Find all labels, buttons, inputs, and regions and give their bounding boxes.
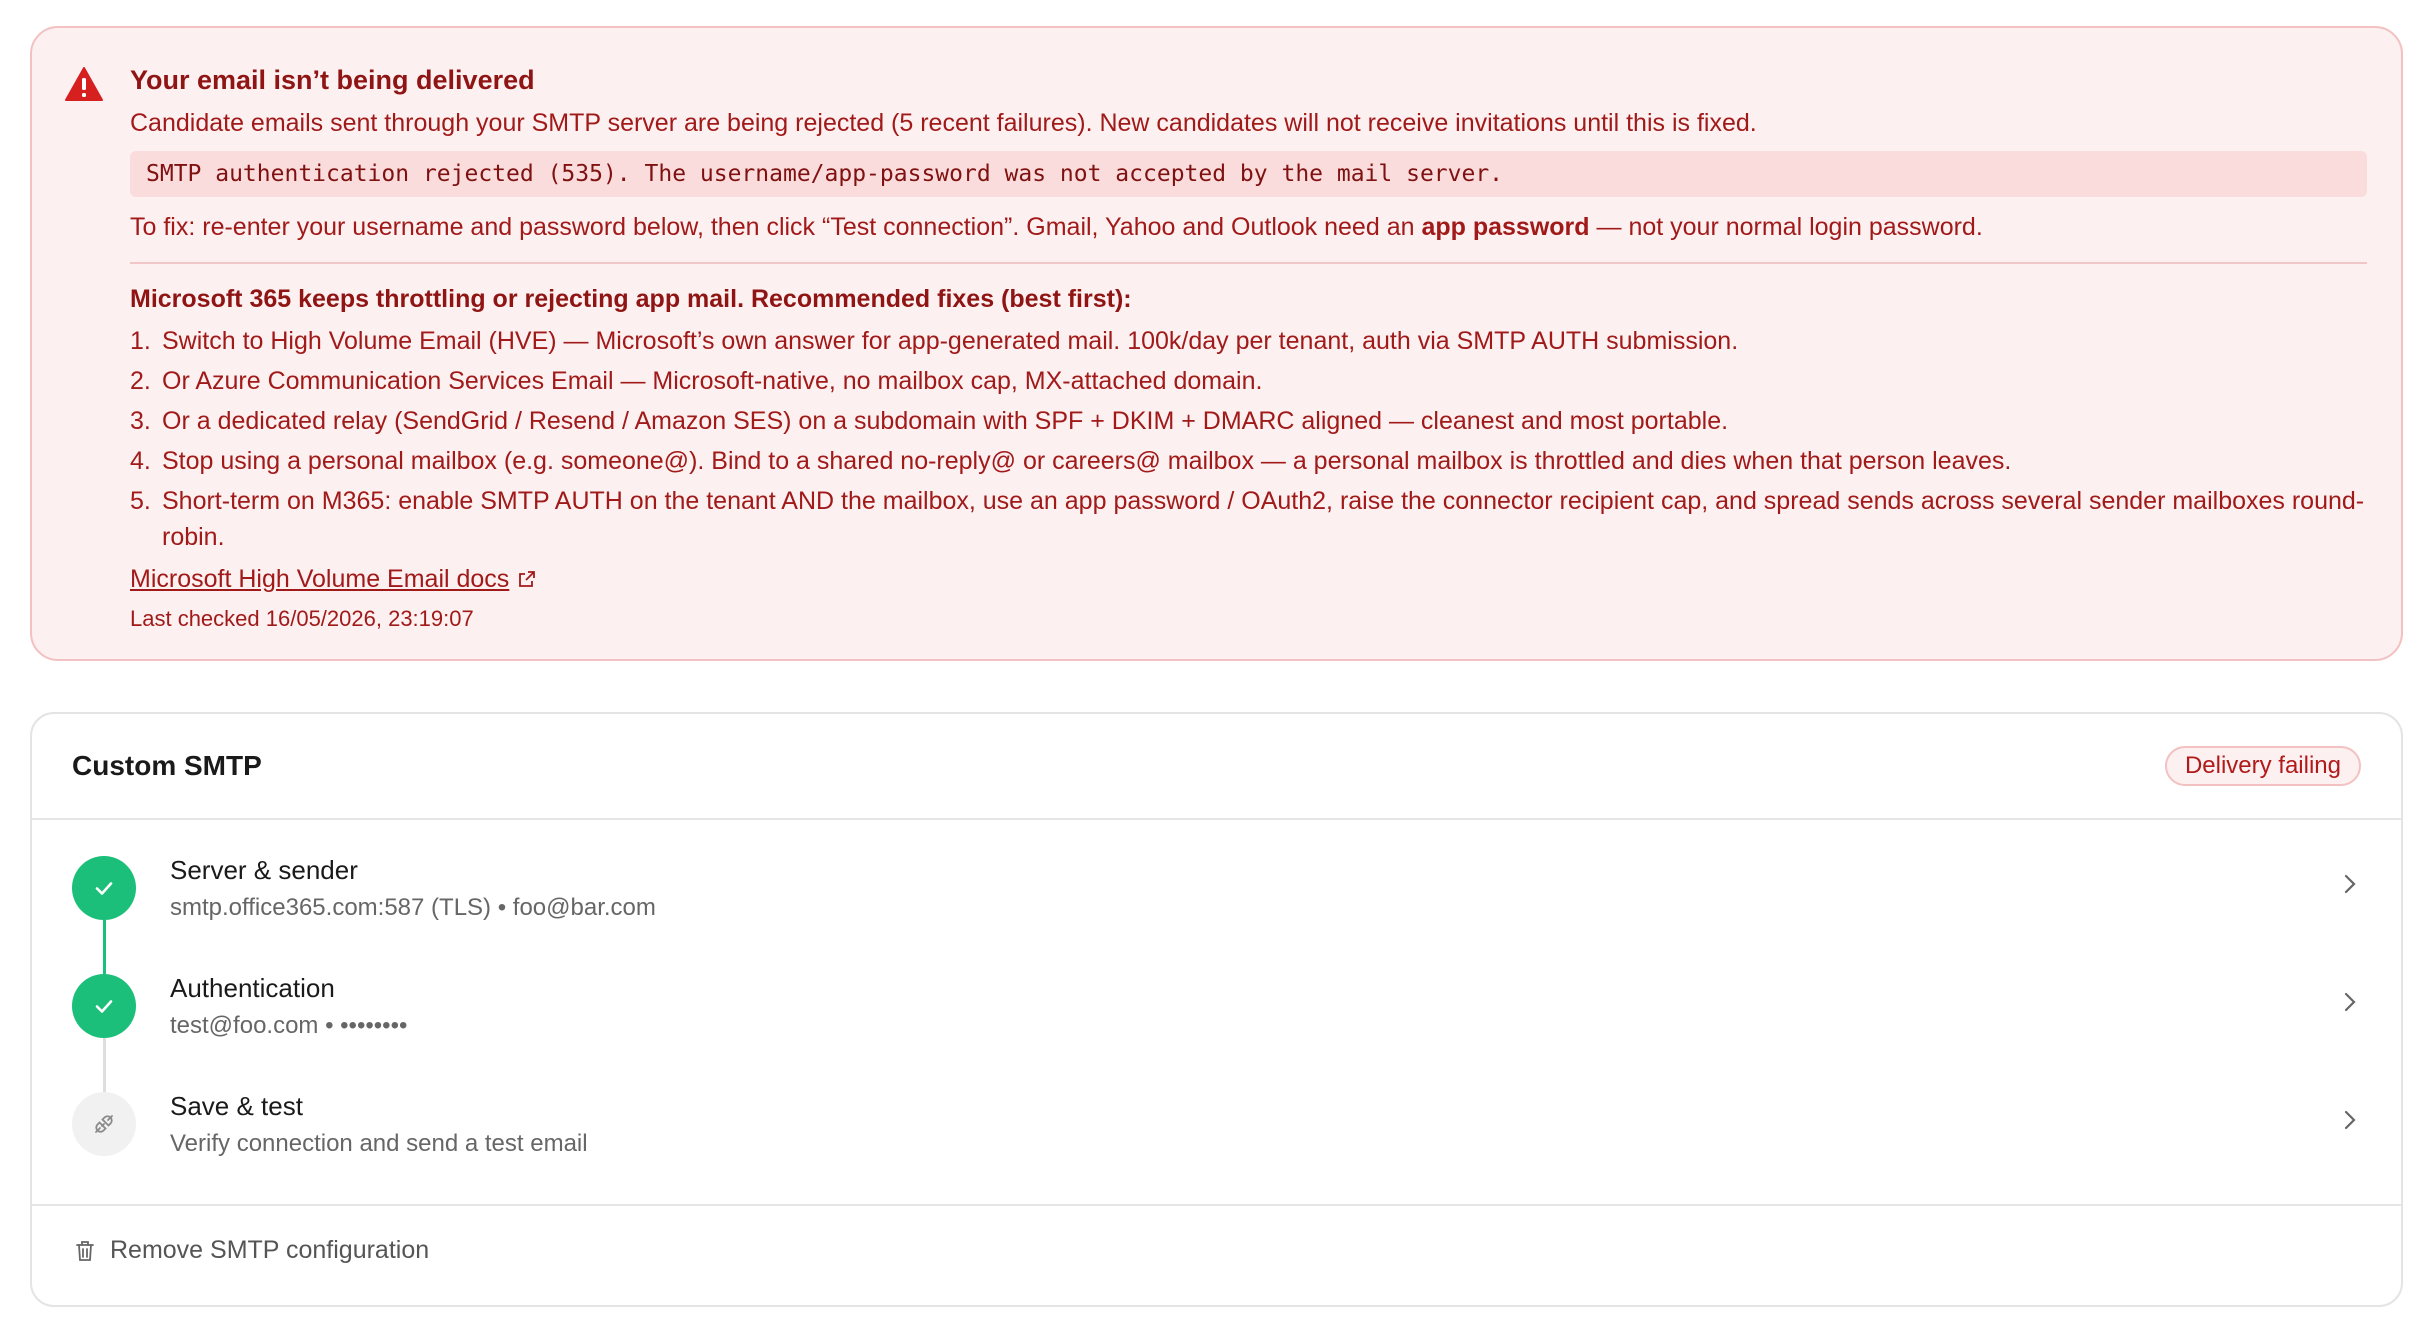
chevron-right-icon: [2344, 874, 2356, 894]
remove-smtp-button[interactable]: Remove SMTP configuration: [74, 1236, 429, 1265]
chevron-right-icon: [2344, 992, 2356, 1012]
fixes-title: Microsoft 365 keeps throttling or reject…: [130, 285, 1132, 313]
remove-smtp-label: Remove SMTP configuration: [110, 1236, 430, 1264]
fix-item: 2. Or Azure Communication Services Email …: [130, 367, 1263, 395]
step-status-pending: [72, 1092, 136, 1156]
step-title: Authentication: [170, 973, 335, 1003]
fix-bold: app password: [1421, 213, 1590, 241]
setup-steps: Server & sender smtp.office365.com:587 (…: [32, 822, 2401, 1176]
step-status-done: [72, 856, 136, 920]
delivery-error-alert: Your email isn’t being delivered Candida…: [30, 26, 2403, 661]
external-link-icon: [519, 571, 536, 587]
step-subtitle: Verify connection and send a test email: [170, 1130, 588, 1157]
check-icon: [95, 1000, 113, 1013]
step-title: Save & test: [170, 1091, 303, 1121]
warning-triangle-icon: [65, 67, 103, 101]
step-server-sender[interactable]: Server & sender smtp.office365.com:587 (…: [32, 822, 2401, 940]
trash-icon: [76, 1240, 94, 1261]
fix-item: 4. Stop using a personal mailbox (e.g. so…: [130, 447, 2012, 475]
step-subtitle: test@foo.com • ••••••••: [170, 1012, 408, 1039]
step-title: Server & sender: [170, 855, 358, 885]
plug-icon: [95, 1115, 113, 1133]
alert-title: Your email isn’t being delivered: [130, 65, 535, 95]
step-subtitle: smtp.office365.com:587 (TLS) • foo@bar.c…: [170, 894, 656, 921]
fix-instructions: To fix: re-enter your username and passw…: [130, 207, 2367, 247]
status-badge: Delivery failing: [2164, 746, 2361, 786]
step-save-test[interactable]: Save & test Verify connection and send a…: [32, 1058, 2401, 1176]
card-footer: Remove SMTP configuration: [32, 1204, 2401, 1307]
step-authentication[interactable]: Authentication test@foo.com • ••••••••: [32, 940, 2401, 1058]
custom-smtp-card: Custom SMTP Delivery failing Server & se…: [30, 712, 2403, 1307]
alert-description: Candidate emails sent through your SMTP …: [130, 109, 1757, 137]
card-title: Custom SMTP: [72, 750, 262, 781]
hve-docs-link[interactable]: Microsoft High Volume Email docs: [130, 559, 537, 599]
chevron-right-icon: [2344, 1110, 2356, 1130]
check-icon: [95, 882, 113, 895]
fix-item: 5. Short-term on M365: enable SMTP AUTH o…: [130, 487, 2365, 551]
fix-list: 1. Switch to High Volume Email (HVE) — Mi…: [130, 323, 2367, 555]
alert-divider: [130, 262, 2367, 264]
fix-item: 3. Or a dedicated relay (SendGrid / Resen…: [130, 407, 1729, 435]
fix-prefix: To fix: re-enter your username and passw…: [130, 213, 1422, 241]
step-status-done: [72, 974, 136, 1038]
card-header: Custom SMTP Delivery failing: [32, 714, 2401, 820]
fix-item: 1. Switch to High Volume Email (HVE) — Mi…: [130, 327, 1739, 355]
last-checked: Last checked 16/05/2026, 23:19:07: [130, 606, 474, 631]
error-code-block: SMTP authentication rejected (535). The …: [130, 151, 2367, 197]
fix-suffix: — not your normal login password.: [1589, 213, 1983, 241]
